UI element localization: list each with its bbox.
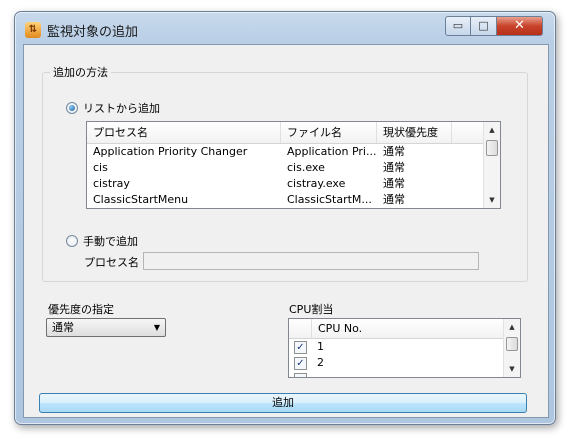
cpu-list[interactable]: CPU No. ✓ 1 ✓ 2 ▲ ▼ [288, 318, 521, 378]
priority-cell: 通常 [383, 177, 405, 190]
file-name-cell: Application Pri... [287, 145, 377, 158]
priority-cell: 通常 [383, 193, 405, 206]
dialog-window: ⇅ 監視対象の追加 ▭ □ ✕ 追加の方法 リストから追加 プロセス名 ファイル… [14, 11, 556, 425]
column-header-current-priority[interactable]: 現状優先度 [377, 122, 452, 143]
radio-add-manually[interactable]: 手動で追加 [66, 233, 138, 249]
cpu-checkbox[interactable]: ✓ [294, 356, 307, 370]
cpu-checkbox[interactable] [294, 372, 307, 377]
radio-manual-label: 手動で追加 [83, 235, 138, 248]
scroll-thumb[interactable] [486, 140, 498, 156]
priority-dropdown[interactable]: 通常 ▼ [46, 318, 166, 337]
scroll-up-arrow-icon[interactable]: ▲ [504, 319, 520, 335]
app-icon[interactable]: ⇅ [25, 22, 41, 38]
scroll-down-arrow-icon[interactable]: ▼ [504, 361, 520, 377]
list-item-partial[interactable] [289, 371, 520, 377]
method-group-legend: 追加の方法 [50, 64, 111, 80]
priority-cell: 通常 [383, 161, 405, 174]
radio-manual-indicator[interactable] [66, 235, 78, 247]
window-title: 監視対象の追加 [47, 25, 139, 40]
file-name-cell: ClassicStartM... [287, 193, 372, 206]
column-header-process-name[interactable]: プロセス名 [87, 122, 281, 143]
file-name-cell: cistray.exe [287, 177, 346, 190]
list-item[interactable]: Application Priority Changer Application… [87, 144, 500, 160]
cpu-number: 1 [317, 340, 324, 353]
priority-label: 優先度の指定 [48, 303, 114, 316]
title-bar[interactable]: ⇅ 監視対象の追加 ▭ □ ✕ [15, 12, 555, 46]
process-list[interactable]: プロセス名 ファイル名 現状優先度 Application Priority C… [86, 121, 501, 209]
list-item[interactable]: ClassicStartMenu ClassicStartM... 通常 [87, 192, 500, 208]
scroll-thumb[interactable] [506, 337, 518, 351]
list-item[interactable]: cistray cistray.exe 通常 [87, 176, 500, 192]
cpu-assignment-label: CPU割当 [289, 303, 334, 316]
list-item[interactable]: ✓ 2 [289, 355, 520, 371]
cpu-list-scrollbar[interactable]: ▲ ▼ [503, 319, 520, 377]
radio-list-indicator[interactable] [66, 102, 78, 114]
cpu-checkbox[interactable]: ✓ [294, 340, 307, 354]
priority-cell: 通常 [383, 145, 405, 158]
close-button[interactable]: ✕ [497, 16, 543, 36]
process-name-cell: ClassicStartMenu [93, 193, 189, 206]
cpu-list-header: CPU No. [289, 319, 520, 339]
process-name-label: プロセス名 [84, 256, 139, 269]
process-name-cell: cistray [93, 177, 130, 190]
process-list-scrollbar[interactable]: ▲ ▼ [483, 122, 500, 208]
file-name-cell: cis.exe [287, 161, 325, 174]
maximize-button[interactable]: □ [471, 16, 497, 36]
column-header-cpu-no[interactable]: CPU No. [312, 319, 362, 338]
column-header-check [289, 319, 312, 338]
process-name-cell: cis [93, 161, 108, 174]
scroll-down-arrow-icon[interactable]: ▼ [484, 192, 500, 208]
process-name-input[interactable] [143, 252, 479, 270]
process-list-header: プロセス名 ファイル名 現状優先度 [87, 122, 500, 144]
add-button[interactable]: 追加 [39, 393, 527, 413]
process-name-cell: Application Priority Changer [93, 145, 248, 158]
list-item[interactable]: cis cis.exe 通常 [87, 160, 500, 176]
dialog-client-area: 追加の方法 リストから追加 プロセス名 ファイル名 現状優先度 Applicat… [23, 44, 549, 418]
radio-add-from-list[interactable]: リストから追加 [66, 100, 160, 116]
list-item[interactable]: ✓ 1 [289, 339, 520, 355]
scroll-up-arrow-icon[interactable]: ▲ [484, 122, 500, 138]
priority-selected-value: 通常 [52, 321, 74, 334]
minimize-button[interactable]: ▭ [445, 16, 471, 36]
column-header-file-name[interactable]: ファイル名 [281, 122, 377, 143]
cpu-number: 2 [317, 356, 324, 369]
column-header-filler [452, 122, 484, 143]
radio-list-label: リストから追加 [83, 102, 160, 115]
dropdown-arrow-icon: ▼ [153, 323, 160, 332]
